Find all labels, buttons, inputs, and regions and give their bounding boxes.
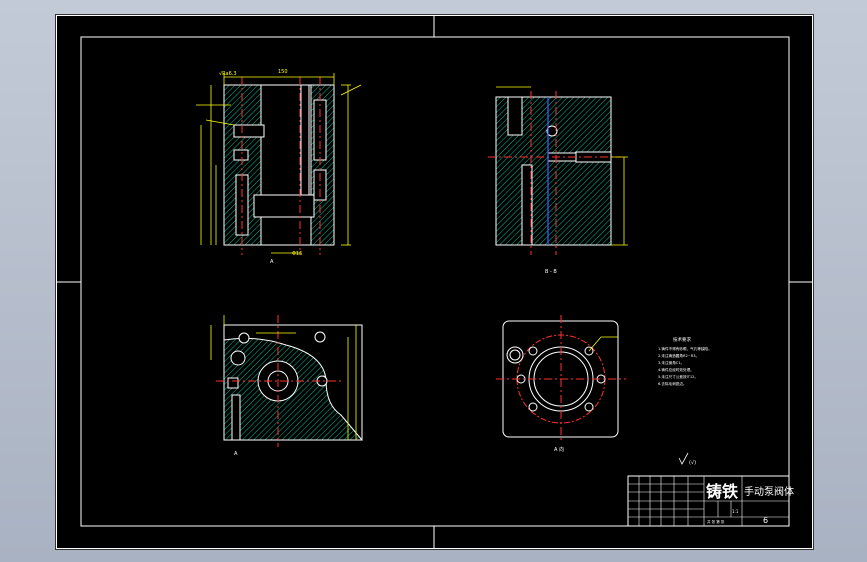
tech-note-line: 1.铸件不得有砂眼、气孔等缺陷。 (658, 346, 712, 351)
tech-note-line: 5.未注尺寸公差按IT12。 (658, 374, 698, 379)
section-view-a[interactable]: 150 √Ra6.3 Φ16 (196, 69, 362, 257)
section-a-label: A (270, 259, 274, 265)
centering-marks (56, 15, 813, 549)
sheet-number: 6 (763, 516, 768, 525)
section-b-label: B - B (545, 269, 557, 275)
inner-frame (80, 36, 790, 527)
scale-value: 1:1 (732, 509, 739, 514)
technical-notes: 技术要求 1.铸件不得有砂眼、气孔等缺陷。 2.未注铸造圆角R2~R3。 3.未… (658, 336, 712, 386)
roughness-symbol: (√) (678, 452, 696, 466)
section-view-b[interactable] (488, 86, 628, 255)
drawing-sheet: 150 √Ra6.3 Φ16 A B - B A A 向 技术要求 1.铸件不得… (56, 15, 813, 549)
title-block[interactable]: 铸铁 手动泵阀体 6 1:1 共 张 第 张 (627, 475, 794, 527)
svg-text:Φ16: Φ16 (292, 251, 302, 257)
part-name: 手动泵阀体 (744, 485, 794, 498)
svg-text:150: 150 (278, 69, 288, 75)
cad-drawing-canvas[interactable]: 150 √Ra6.3 Φ16 A B - B A A 向 技术要求 1.铸件不得… (55, 14, 814, 550)
sheet-count-row: 共 张 第 张 (707, 519, 725, 524)
plan-view-label: A (234, 451, 238, 457)
tech-note-line: 6.去除毛刺锐边。 (658, 381, 687, 386)
svg-text:(√): (√) (689, 460, 696, 466)
tech-notes-heading: 技术要求 (673, 336, 691, 343)
tech-note-line: 4.铸件应经时效处理。 (658, 367, 694, 372)
tech-note-line: 3.未注倒角C1。 (658, 360, 684, 365)
flange-view-label: A 向 (554, 446, 564, 453)
svg-text:√Ra6.3: √Ra6.3 (219, 71, 237, 77)
plan-view[interactable] (210, 315, 364, 447)
outer-frame (56, 15, 813, 549)
material-label: 铸铁 (706, 482, 738, 501)
tech-note-line: 2.未注铸造圆角R2~R3。 (658, 353, 699, 358)
flange-view[interactable] (496, 315, 626, 443)
